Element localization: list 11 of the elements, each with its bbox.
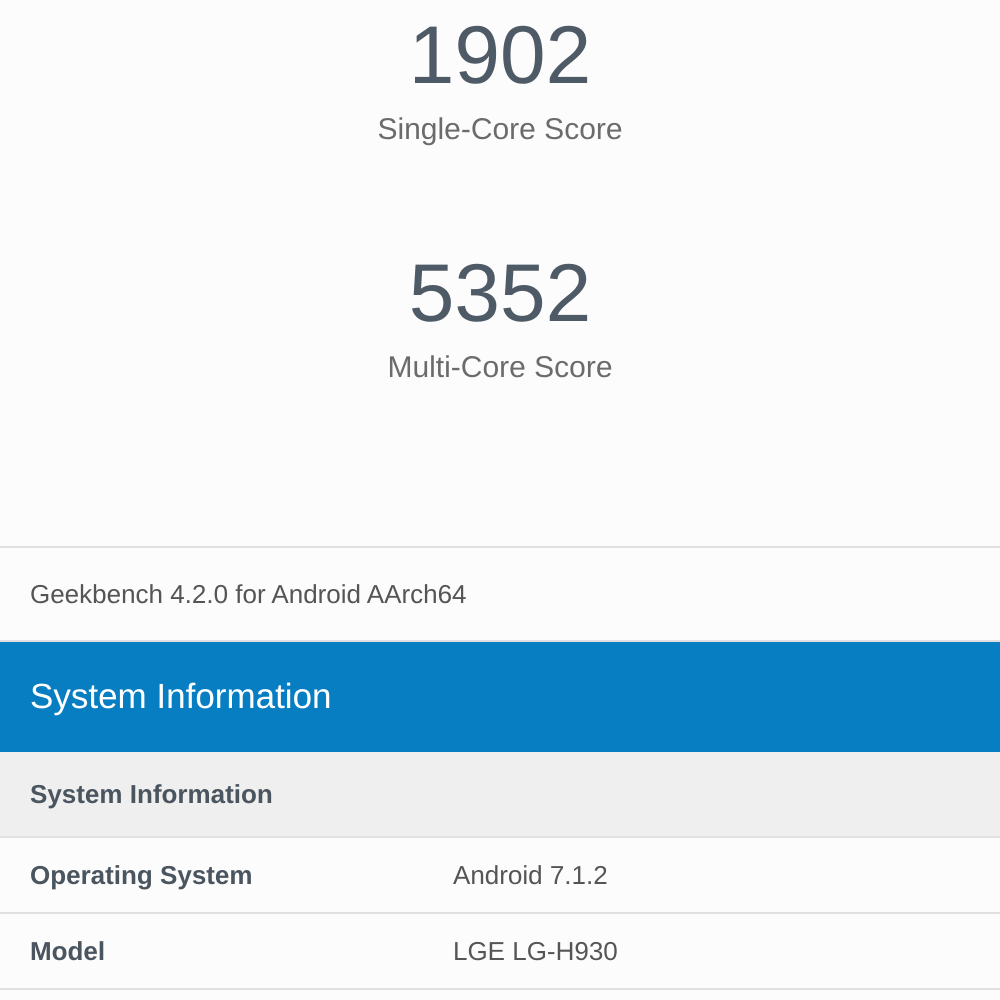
row-label: Operating System — [30, 858, 254, 892]
row-label: Model — [30, 934, 106, 968]
version-text: Geekbench 4.2.0 for Android AArch64 — [30, 578, 467, 610]
score-label: Single-Core Score — [377, 112, 623, 148]
row-value: Android 7.1.2 — [453, 858, 608, 892]
row-value: LGE LG-H930 — [453, 934, 618, 968]
section-title: System Information — [30, 676, 332, 718]
score-label: Multi-Core Score — [387, 350, 613, 386]
score-value: 5352 — [408, 247, 592, 341]
table-header-text: System Information — [30, 778, 273, 810]
score-value: 1902 — [408, 9, 592, 103]
